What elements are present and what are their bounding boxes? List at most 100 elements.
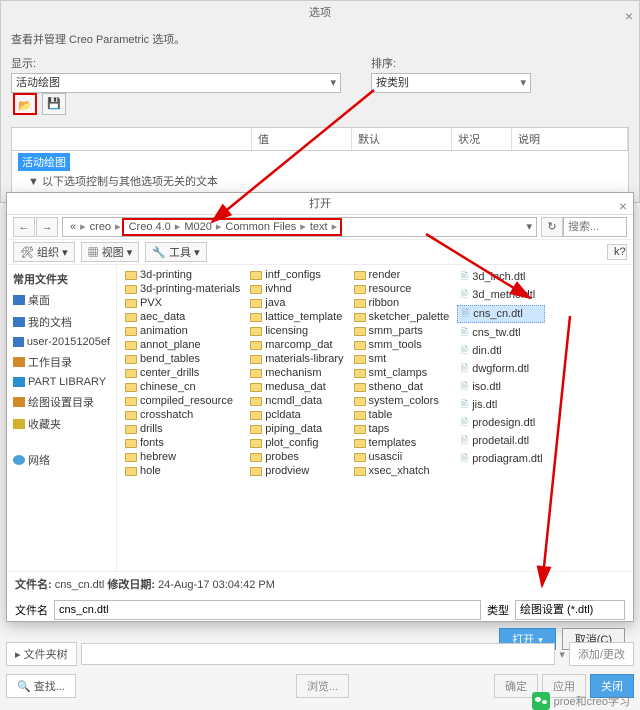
folder-item[interactable]: probes [248, 451, 345, 463]
folder-item[interactable]: 3d-printing-materials [123, 283, 242, 295]
file-item[interactable]: 🗎prodesign.dtl [457, 415, 544, 431]
file-item[interactable]: 🗎iso.dtl [457, 379, 544, 395]
bc-item[interactable]: Common Files [222, 218, 299, 236]
folder-item[interactable]: center_drills [123, 367, 242, 379]
folder-item[interactable]: stheno_dat [352, 381, 452, 393]
folder-item[interactable]: ncmdl_data [248, 395, 345, 407]
folder-item[interactable]: aec_data [123, 311, 242, 323]
file-item[interactable]: 🗎prodiagram.dtl [457, 451, 544, 467]
folder-item[interactable]: smm_parts [352, 325, 452, 337]
folder-item[interactable]: usascii [352, 451, 452, 463]
back-button[interactable]: ← [13, 217, 35, 237]
file-pane[interactable]: 3d-printing 3d-printing-materials PVX aec_d… [117, 265, 633, 571]
help-button[interactable]: k? [607, 244, 627, 260]
folder-item[interactable]: templates [352, 437, 452, 449]
browse-button[interactable]: 浏览... [296, 674, 349, 698]
type-dropdown[interactable]: 绘图设置 (*.dtl) [515, 600, 625, 620]
folder-item[interactable]: 3d-printing [123, 269, 242, 281]
file-item[interactable]: 🗎dwgform.dtl [457, 361, 544, 377]
folder-item[interactable]: xsec_xhatch [352, 465, 452, 477]
folder-item[interactable]: marcomp_dat [248, 339, 345, 351]
folder-item[interactable]: crosshatch [123, 409, 242, 421]
sidebar-item[interactable]: 桌面 [11, 289, 112, 311]
folder-item[interactable]: hole [123, 465, 242, 477]
search-input[interactable] [563, 217, 627, 237]
file-item[interactable]: 🗎cns_cn.dtl [457, 305, 544, 323]
bc-item[interactable]: M020 [181, 218, 215, 236]
folder-item[interactable]: intf_configs [248, 269, 345, 281]
bc-item[interactable]: Creo 4.0 [126, 218, 174, 236]
folder-item[interactable]: table [352, 409, 452, 421]
file-icon: 🗎 [459, 451, 469, 467]
folder-item[interactable]: smm_tools [352, 339, 452, 351]
grid-row-selected[interactable]: 活动绘图 [18, 153, 70, 171]
find-button[interactable]: 🔍 查找... [6, 674, 76, 698]
folder-item[interactable]: render [352, 269, 452, 281]
folder-item[interactable]: pcldata [248, 409, 345, 421]
folder-item[interactable]: fonts [123, 437, 242, 449]
sidebar-item-network[interactable]: 网络 [11, 449, 112, 471]
refresh-button[interactable]: ↻ [541, 217, 563, 237]
file-item[interactable]: 🗎jis.dtl [457, 397, 544, 413]
close-icon[interactable]: × [619, 195, 627, 217]
folder-item[interactable]: compiled_resource [123, 395, 242, 407]
folder-item[interactable]: bend_tables [123, 353, 242, 365]
file-item[interactable]: 🗎3d_metric.dtl [457, 287, 544, 303]
bc-overflow[interactable]: « [67, 218, 79, 236]
folder-item[interactable]: lattice_template [248, 311, 345, 323]
folder-item[interactable]: ivhnd [248, 283, 345, 295]
folder-item[interactable]: PVX [123, 297, 242, 309]
forward-button[interactable]: → [36, 217, 58, 237]
folder-item[interactable]: hebrew [123, 451, 242, 463]
sidebar-item[interactable]: PART LIBRARY [11, 373, 112, 391]
file-icon: 🗎 [459, 343, 469, 359]
folder-item[interactable]: resource [352, 283, 452, 295]
folder-item[interactable]: mechanism [248, 367, 345, 379]
folder-item[interactable]: smt [352, 353, 452, 365]
save-file-button[interactable]: 💾 [42, 93, 66, 115]
folder-item[interactable]: drills [123, 423, 242, 435]
organize-menu[interactable]: 🛠 组织 ▾ [13, 242, 75, 262]
folder-item[interactable]: plot_config [248, 437, 345, 449]
open-titlebar: 打开 × [7, 193, 633, 215]
file-item[interactable]: 🗎3d_inch.dtl [457, 269, 544, 285]
folder-item[interactable]: chinese_cn [123, 381, 242, 393]
breadcrumb[interactable]: « ▸ creo ▸ Creo 4.0▸ M020▸ Common Files▸… [62, 217, 537, 237]
display-dropdown[interactable]: 活动绘图 ▾ [11, 73, 341, 93]
sidebar-item[interactable]: 我的文档 [11, 311, 112, 333]
filename-input[interactable] [54, 600, 481, 620]
file-item[interactable]: 🗎prodetail.dtl [457, 433, 544, 449]
open-file-button[interactable]: 📂 [13, 93, 37, 115]
sort-dropdown[interactable]: 按类别 ▾ [371, 73, 531, 93]
file-item[interactable]: 🗎din.dtl [457, 343, 544, 359]
folder-item[interactable]: ribbon [352, 297, 452, 309]
tools-menu[interactable]: 🔧 工具 ▾ [145, 242, 206, 262]
view-menu[interactable]: ▦ 视图 ▾ [81, 242, 140, 262]
folder-item[interactable]: smt_clamps [352, 367, 452, 379]
folder-item[interactable]: medusa_dat [248, 381, 345, 393]
folder-item[interactable]: taps [352, 423, 452, 435]
sidebar-item[interactable]: 绘图设置目录 [11, 391, 112, 413]
folder-item[interactable]: annot_plane [123, 339, 242, 351]
bc-item[interactable]: text [307, 218, 331, 236]
folder-item[interactable]: animation [123, 325, 242, 337]
option-input[interactable] [81, 643, 556, 665]
folder-item[interactable]: system_colors [352, 395, 452, 407]
folder-item[interactable]: prodview [248, 465, 345, 477]
sidebar-item[interactable]: 工作目录 [11, 351, 112, 373]
close-icon[interactable]: × [625, 4, 633, 28]
folder-item[interactable]: materials-library [248, 353, 345, 365]
sidebar-header: 常用文件夹 [11, 269, 112, 289]
folder-tree-toggle[interactable]: ▸ 文件夹树 [6, 642, 77, 666]
folder-item[interactable]: sketcher_palette [352, 311, 452, 323]
chevron-down-icon[interactable]: ▾ [526, 218, 532, 236]
bc-item[interactable]: creo [87, 218, 114, 236]
folder-item[interactable]: java [248, 297, 345, 309]
folder-item[interactable]: piping_data [248, 423, 345, 435]
folder-item[interactable]: licensing [248, 325, 345, 337]
sidebar-item[interactable]: user-20151205ef [11, 333, 112, 351]
sidebar-item[interactable]: 收藏夹 [11, 413, 112, 435]
grid-row[interactable]: ▼ 以下选项控制与其他选项无关的文本 [18, 171, 622, 191]
file-item[interactable]: 🗎cns_tw.dtl [457, 325, 544, 341]
add-change-button[interactable]: 添加/更改 [569, 642, 634, 666]
